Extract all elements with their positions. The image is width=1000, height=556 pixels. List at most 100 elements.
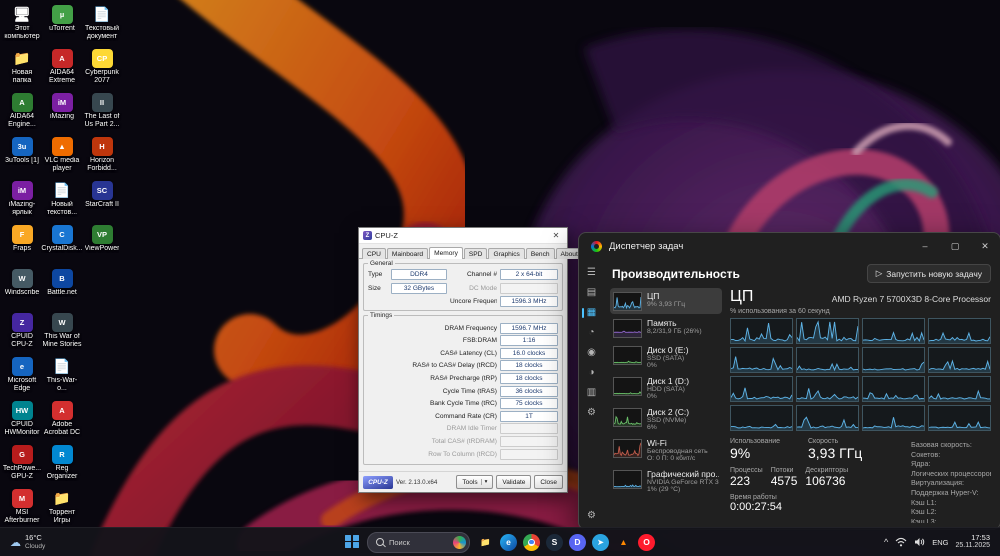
taskbar-app-edge[interactable]: e bbox=[500, 533, 517, 551]
desktop-icon[interactable]: 📄 Новый текстов... bbox=[42, 178, 82, 222]
desktop-icon[interactable]: H Horizon Forbidd... bbox=[82, 134, 122, 178]
cpuz-titlebar[interactable]: Z CPU-Z ✕ bbox=[359, 228, 567, 244]
desktop-icon[interactable]: µ uTorrent bbox=[42, 2, 82, 46]
taskbar-app-glyph: O bbox=[643, 537, 650, 547]
startup-apps-icon[interactable]: ◉ bbox=[579, 347, 604, 358]
performance-sidebar-item[interactable]: Диск 0 (E:) SSD (SATA) 0% bbox=[610, 342, 722, 372]
taskbar-app-opera[interactable]: O bbox=[638, 533, 655, 551]
desktop-icon[interactable]: 🖥 Этот компьютер bbox=[2, 2, 42, 46]
volume-icon[interactable] bbox=[914, 537, 925, 547]
validate-button[interactable]: Validate bbox=[496, 475, 532, 490]
timing-row: CAS# Latency (CL) 16.0 clocks bbox=[368, 347, 558, 359]
desktop-icon[interactable]: 3u 3uTools [1] bbox=[2, 134, 42, 178]
cpuz-close-icon[interactable]: ✕ bbox=[549, 231, 563, 240]
tray-chevron-icon[interactable]: ^ bbox=[884, 537, 888, 547]
minimize-button[interactable]: – bbox=[910, 233, 940, 259]
cpu-core-graph bbox=[862, 347, 925, 373]
desktop-icon[interactable]: ▲ VLC media player bbox=[42, 134, 82, 178]
clock[interactable]: 17:53 25.11.2025 bbox=[955, 533, 990, 551]
cpuz-tab[interactable]: Graphics bbox=[488, 248, 525, 259]
timing-value-field: 75 clocks bbox=[500, 398, 558, 410]
timing-label: Command Rate (CR) bbox=[435, 412, 497, 420]
desktop-icon[interactable]: e Microsoft Edge bbox=[2, 354, 42, 398]
cpu-graph-label: % использования за 60 секунд bbox=[730, 308, 830, 315]
taskbar-app-steam[interactable]: S bbox=[546, 533, 563, 551]
performance-sidebar-item[interactable]: Диск 2 (C:) SSD (NVMe) 6% bbox=[610, 404, 722, 434]
search-highlight-icon[interactable] bbox=[453, 535, 466, 549]
cpu-detail-label: Кэш L3: bbox=[911, 516, 937, 523]
desktop-icon-image: M bbox=[11, 489, 33, 508]
cpu-stat: Использование 9% bbox=[730, 438, 800, 461]
desktop-icon[interactable]: W Windscribe bbox=[2, 266, 42, 310]
search-box[interactable]: Поиск bbox=[367, 531, 470, 553]
cpuz-tab[interactable]: CPU bbox=[362, 248, 386, 259]
desktop-icon[interactable]: A AIDA64 Engine... bbox=[2, 90, 42, 134]
desktop-icon-image: µ bbox=[51, 5, 73, 24]
cpu-core-graph bbox=[796, 347, 859, 373]
language-indicator[interactable]: ENG bbox=[932, 538, 948, 547]
desktop-icon[interactable]: 📁 Торрент Игры bbox=[42, 486, 82, 530]
desktop-icon[interactable]: SC StarCraft II bbox=[82, 178, 122, 222]
desktop-icon[interactable]: II The Last of Us Part 2... bbox=[82, 90, 122, 134]
desktop-icon-label: iMazing-ярлык bbox=[8, 201, 36, 216]
cpuz-tab[interactable]: Bench bbox=[525, 248, 555, 259]
desktop-icon[interactable]: W This War of Mine Stories bbox=[42, 310, 82, 354]
desktop-icon[interactable]: 📄 This-War-o... bbox=[42, 354, 82, 398]
desktop-icon[interactable]: M MSI Afterburner bbox=[2, 486, 42, 530]
desktop-icon[interactable]: F Fraps bbox=[2, 222, 42, 266]
menu-icon[interactable]: ☰ bbox=[579, 267, 604, 278]
cpuz-tab[interactable]: SPD bbox=[463, 248, 488, 259]
desktop-icon[interactable]: iM iMazing-ярлык bbox=[2, 178, 42, 222]
details-icon[interactable]: ▥ bbox=[579, 387, 604, 398]
cpuz-version: Ver. 2.13.0.x64 bbox=[396, 478, 438, 486]
desktop-icon[interactable]: Z CPUID CPU-Z bbox=[2, 310, 42, 354]
performance-sidebar-item[interactable]: Диск 1 (D:) HDD (SATA) 0% bbox=[610, 373, 722, 403]
app-history-icon[interactable]: ◔ bbox=[579, 327, 604, 338]
desktop-icon[interactable]: B Battle.net bbox=[42, 266, 82, 310]
desktop-icon-label: Этот компьютер bbox=[4, 25, 40, 40]
desktop-icon-image: 3u bbox=[11, 137, 33, 156]
desktop-icon[interactable]: CP Cyberpunk 2077 bbox=[82, 46, 122, 90]
desktop-icon[interactable]: G TechPowe... GPU-Z bbox=[2, 442, 42, 486]
performance-sidebar-item[interactable]: Wi-Fi Беспроводная сеть О: 0 П: 0 кбит/с bbox=[610, 435, 722, 465]
taskbar-app-discord[interactable]: D bbox=[569, 533, 586, 551]
performance-icon[interactable]: ▦ bbox=[579, 307, 604, 318]
weather-widget[interactable]: ☁ 16°C Cloudy bbox=[10, 533, 45, 550]
taskbar-app-explorer[interactable]: 📁 bbox=[477, 534, 494, 551]
cpuz-tab[interactable]: Mainboard bbox=[386, 248, 429, 259]
maximize-button[interactable]: ▢ bbox=[940, 233, 970, 259]
users-icon[interactable]: ◑ bbox=[579, 367, 604, 378]
desktop-icon[interactable]: iM iMazing bbox=[42, 90, 82, 134]
settings-icon[interactable]: ⚙ bbox=[579, 510, 604, 521]
desktop-icon[interactable]: 📄 Текстовый документ bbox=[82, 2, 122, 46]
taskbar-app-chrome[interactable] bbox=[523, 533, 540, 551]
start-logo-square bbox=[345, 534, 351, 541]
desktop-icon[interactable]: C CrystalDisk... bbox=[41, 222, 83, 266]
cpuz-timings-groupbox: Timings DRAM Frequency 1596.7 MHz FSB:DR… bbox=[363, 311, 563, 466]
processes-icon[interactable]: ▤ bbox=[579, 287, 604, 298]
taskbar-app-telegram[interactable]: ➤ bbox=[592, 533, 609, 551]
desktop-icon[interactable]: A AIDA64 Extreme bbox=[42, 46, 82, 90]
start-button[interactable] bbox=[345, 534, 360, 550]
performance-sidebar-item[interactable]: ЦП 9% 3,93 ГГц bbox=[610, 288, 722, 314]
sidebar-item-title: ЦП bbox=[647, 291, 660, 301]
tools-dropdown-arrow-icon[interactable]: ▾ bbox=[480, 479, 487, 486]
tools-button[interactable]: Tools ▾ bbox=[456, 475, 494, 490]
run-new-task-button[interactable]: ▷ Запустить новую задачу bbox=[866, 264, 991, 283]
services-icon[interactable]: ⚙ bbox=[579, 407, 604, 418]
sidebar-item-line1: Беспроводная сеть bbox=[647, 448, 708, 455]
desktop-icon[interactable]: VP ViewPower bbox=[82, 222, 122, 266]
desktop-icon[interactable]: R Reg Organizer bbox=[42, 442, 82, 486]
desktop-icon-image: 📄 bbox=[93, 6, 111, 22]
close-window-button[interactable]: ✕ bbox=[970, 233, 1000, 259]
desktop-icon[interactable]: 📁 Новая папка bbox=[2, 46, 42, 90]
wifi-icon[interactable] bbox=[895, 537, 907, 547]
task-manager-titlebar[interactable]: Диспетчер задач – ▢ ✕ bbox=[579, 233, 1000, 259]
desktop-icon[interactable]: HW CPUID HWMonitor bbox=[2, 398, 42, 442]
taskbar-app-vlc[interactable]: ▲ bbox=[615, 534, 632, 551]
desktop-icon[interactable]: A Adobe Acrobat DC bbox=[42, 398, 82, 442]
performance-sidebar-item[interactable]: Память 8,2/31,9 ГБ (26%) bbox=[610, 315, 722, 341]
cpuz-tab[interactable]: Memory bbox=[429, 247, 463, 259]
close-button[interactable]: Close bbox=[534, 475, 563, 490]
performance-sidebar-item[interactable]: Графический про... NVIDIA GeForce RTX 30… bbox=[610, 466, 722, 496]
